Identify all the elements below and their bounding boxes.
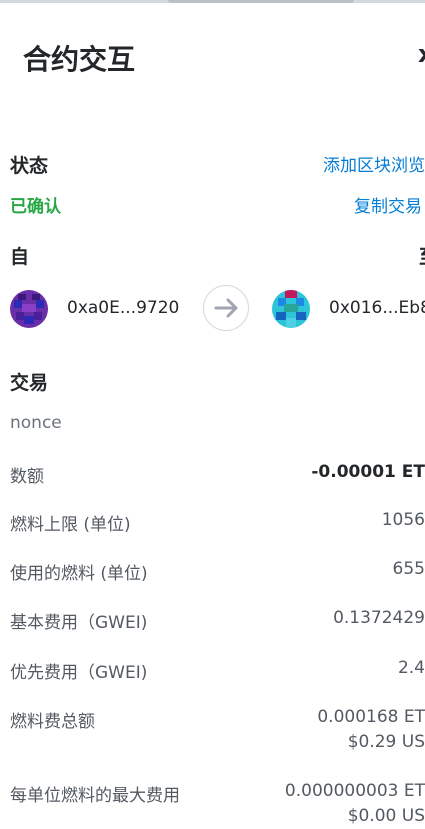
base-fee-row: 基本费用（GWEI) 0.1372429 xyxy=(10,608,425,636)
page-title: 合约交互 xyxy=(23,43,136,76)
recipient-avatar xyxy=(272,290,310,328)
row-value: 1056 xyxy=(381,510,425,530)
add-block-explorer-link[interactable]: 添加区块浏览 xyxy=(323,151,425,176)
status-badge: 已确认 xyxy=(10,197,61,217)
close-icon[interactable]: x xyxy=(418,40,425,68)
row-label: 优先费用（GWEI) xyxy=(10,663,148,683)
copy-transaction-link[interactable]: 复制交易 xyxy=(354,192,422,217)
transaction-details-page: 合约交互 x 状态 添加区块浏览 已确认 复制交易 自 至 0xa0E...97… xyxy=(0,0,425,829)
transfer-arrow xyxy=(203,285,249,331)
from-label: 自 xyxy=(10,246,30,268)
max-fee-eth: 0.000000003 ET xyxy=(284,781,425,801)
sender-address: 0xa0E...9720 xyxy=(67,298,180,318)
row-value: 0.1372429 xyxy=(333,608,425,628)
arrow-right-icon xyxy=(214,298,238,318)
row-label: 燃料费总额 xyxy=(10,712,95,732)
gas-limit-row: 燃料上限 (单位) 1056 xyxy=(10,510,425,538)
recipient-account[interactable]: 0x016...Eb8I xyxy=(272,290,425,328)
total-fee-row: 燃料费总额 0.000168 ET $0.29 US xyxy=(10,707,425,759)
nonce-label: nonce xyxy=(10,413,62,433)
row-label: 每单位燃料的最大费用 xyxy=(10,786,180,806)
row-label: 燃料上限 (单位) xyxy=(10,515,131,535)
total-fee-usd: $0.29 US xyxy=(347,732,425,752)
sender-account[interactable]: 0xa0E...9720 xyxy=(10,290,195,328)
row-value: 655 xyxy=(392,559,425,579)
max-fee-per-gas-row: 每单位燃料的最大费用 0.000000003 ET $0.00 US xyxy=(10,781,425,829)
status-label: 状态 xyxy=(10,155,49,177)
gas-used-row: 使用的燃料 (单位) 655 xyxy=(10,559,425,587)
row-label: 基本费用（GWEI) xyxy=(10,613,148,633)
row-value: -0.00001 ET xyxy=(311,462,425,482)
recipient-address: 0x016...Eb8I xyxy=(329,298,425,318)
max-fee-usd: $0.00 US xyxy=(347,806,425,826)
row-value: 2.4 xyxy=(397,658,425,678)
sheet-handle[interactable] xyxy=(168,0,354,3)
row-label: 数额 xyxy=(10,467,44,487)
total-fee-eth: 0.000168 ET xyxy=(317,707,425,727)
to-label: 至 xyxy=(419,242,425,269)
priority-fee-row: 优先费用（GWEI) 2.4 xyxy=(10,658,425,686)
row-label: 使用的燃料 (单位) xyxy=(10,564,148,584)
amount-row: 数额 -0.00001 ET xyxy=(10,462,425,490)
transaction-section-title: 交易 xyxy=(10,372,49,394)
sender-avatar xyxy=(10,290,48,328)
